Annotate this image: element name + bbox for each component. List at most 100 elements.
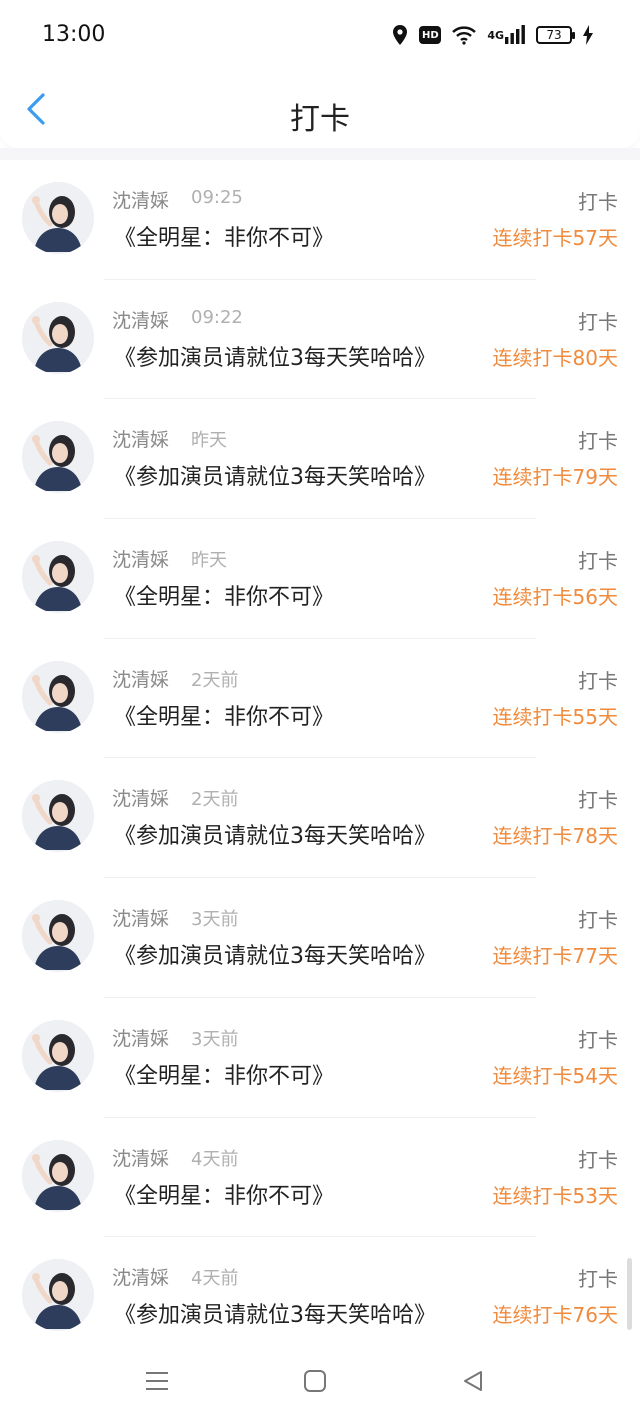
user-avatar-icon	[22, 660, 94, 733]
checkin-show-title: 《参加演员请就位3每天笑哈哈》	[114, 944, 436, 970]
checkin-action-label: 打卡	[578, 908, 618, 933]
checkin-row[interactable]: 沈清婇 2天前 《全明星：非你不可》 打卡 连续打卡55天	[0, 639, 640, 759]
checkin-time: 09:22	[191, 306, 243, 328]
signal-icon: 4G	[487, 25, 526, 45]
checkin-row[interactable]: 沈清婇 09:25 《全明星：非你不可》 打卡 连续打卡57天	[0, 160, 640, 280]
user-avatar-icon	[22, 421, 94, 494]
checkin-user-name: 沈清婇	[112, 429, 170, 452]
checkin-streak: 连续打卡79天	[492, 465, 618, 490]
checkin-action-label: 打卡	[578, 309, 618, 334]
location-icon	[391, 24, 409, 46]
checkin-user-name: 沈清婇	[112, 1147, 170, 1170]
checkin-user-name: 沈清婇	[112, 190, 170, 212]
checkin-show-title: 《全明星：非你不可》	[114, 1183, 335, 1209]
checkin-user-name: 沈清婇	[112, 549, 170, 572]
checkin-time: 3天前	[191, 1028, 239, 1050]
avatar[interactable]	[22, 182, 94, 254]
checkin-action-label: 打卡	[578, 1027, 618, 1052]
checkin-user-name: 沈清婇	[112, 309, 170, 332]
back-triangle-icon	[461, 1369, 485, 1397]
checkin-streak: 连续打卡56天	[492, 585, 618, 610]
avatar[interactable]	[22, 541, 94, 614]
checkin-show-title: 《全明星：非你不可》	[114, 585, 335, 611]
checkin-streak: 连续打卡76天	[492, 1303, 618, 1328]
checkin-show-title: 《全明星：非你不可》	[114, 704, 335, 730]
checkin-action-label: 打卡	[578, 1147, 618, 1172]
checkin-time: 4天前	[191, 1148, 239, 1170]
checkin-time: 4天前	[191, 1268, 239, 1290]
hd-icon: HD	[419, 26, 442, 44]
checkin-action-label: 打卡	[578, 1267, 618, 1292]
checkin-streak: 连续打卡53天	[492, 1183, 618, 1208]
avatar[interactable]	[22, 1259, 94, 1332]
battery-icon: 73	[536, 26, 575, 44]
checkin-show-title: 《参加演员请就位3每天笑哈哈》	[114, 465, 436, 491]
checkin-action-label: 打卡	[578, 549, 618, 574]
checkin-row[interactable]: 沈清婇 4天前 《参加演员请就位3每天笑哈哈》 打卡 连续打卡76天	[0, 1237, 640, 1357]
checkin-time: 昨天	[191, 550, 227, 572]
checkin-user-name: 沈清婇	[112, 908, 170, 931]
checkin-show-title: 《参加演员请就位3每天笑哈哈》	[114, 1303, 436, 1329]
avatar[interactable]	[22, 1019, 94, 1092]
checkin-streak: 连续打卡54天	[492, 1063, 618, 1088]
checkin-time: 昨天	[191, 430, 227, 452]
user-avatar-icon	[22, 900, 94, 973]
header-separator	[0, 148, 640, 160]
checkin-user-name: 沈清婇	[112, 1027, 170, 1050]
checkin-streak: 连续打卡78天	[492, 824, 618, 849]
checkin-row[interactable]: 沈清婇 4天前 《全明星：非你不可》 打卡 连续打卡53天	[0, 1118, 640, 1238]
menu-icon	[145, 1370, 169, 1396]
home-square-icon	[303, 1369, 327, 1397]
checkin-time: 09:25	[191, 187, 243, 208]
checkin-show-title: 《全明星：非你不可》	[114, 226, 335, 251]
avatar[interactable]	[22, 900, 94, 973]
checkin-user-name: 沈清婇	[112, 668, 170, 691]
avatar[interactable]	[22, 660, 94, 733]
checkin-streak: 连续打卡55天	[492, 704, 618, 729]
user-avatar-icon	[22, 1259, 94, 1332]
avatar[interactable]	[22, 301, 94, 374]
user-avatar-icon	[22, 182, 94, 254]
checkin-streak: 连续打卡80天	[492, 345, 618, 370]
user-avatar-icon	[22, 1019, 94, 1092]
page-title: 打卡	[290, 102, 350, 137]
checkin-row[interactable]: 沈清婇 昨天 《全明星：非你不可》 打卡 连续打卡56天	[0, 519, 640, 639]
checkin-row[interactable]: 沈清婇 3天前 《全明星：非你不可》 打卡 连续打卡54天	[0, 998, 640, 1118]
checkin-row[interactable]: 沈清婇 2天前 《参加演员请就位3每天笑哈哈》 打卡 连续打卡78天	[0, 758, 640, 879]
checkin-action-label: 打卡	[578, 190, 618, 214]
user-avatar-icon	[22, 1139, 94, 1212]
status-icons: HD 4G 73	[391, 24, 594, 46]
system-back-button[interactable]	[458, 1370, 488, 1396]
checkin-action-label: 打卡	[578, 668, 618, 693]
status-time: 13:00	[42, 22, 106, 47]
user-avatar-icon	[22, 780, 94, 853]
checkin-time: 2天前	[191, 789, 239, 811]
scrollbar-thumb[interactable]	[627, 1258, 632, 1330]
user-avatar-icon	[22, 301, 94, 374]
checkin-action-label: 打卡	[578, 429, 618, 454]
checkin-show-title: 《全明星：非你不可》	[114, 1063, 335, 1089]
checkin-row[interactable]: 沈清婇 3天前 《参加演员请就位3每天笑哈哈》 打卡 连续打卡77天	[0, 878, 640, 998]
checkin-time: 2天前	[191, 669, 239, 691]
checkin-list: 沈清婇 09:25 《全明星：非你不可》 打卡 连续打卡57天 沈清婇 09:2…	[0, 160, 640, 1357]
checkin-action-label: 打卡	[578, 788, 618, 813]
network-type-label: 4G	[487, 28, 504, 42]
checkin-show-title: 《参加演员请就位3每天笑哈哈》	[114, 345, 436, 371]
home-button[interactable]	[300, 1370, 330, 1396]
avatar[interactable]	[22, 421, 94, 494]
user-avatar-icon	[22, 541, 94, 614]
wifi-icon	[451, 25, 477, 45]
system-nav-bar	[0, 1340, 640, 1422]
charging-icon	[582, 25, 594, 45]
checkin-user-name: 沈清婇	[112, 1267, 170, 1290]
checkin-user-name: 沈清婇	[112, 788, 170, 811]
recent-apps-button[interactable]	[142, 1370, 172, 1396]
page-header: 打卡	[0, 74, 640, 148]
avatar[interactable]	[22, 1139, 94, 1212]
avatar[interactable]	[22, 780, 94, 853]
checkin-streak: 连续打卡77天	[492, 944, 618, 969]
checkin-row[interactable]: 沈清婇 昨天 《参加演员请就位3每天笑哈哈》 打卡 连续打卡79天	[0, 399, 640, 520]
checkin-row[interactable]: 沈清婇 09:22 《参加演员请就位3每天笑哈哈》 打卡 连续打卡80天	[0, 280, 640, 400]
checkin-streak: 连续打卡57天	[492, 226, 618, 250]
checkin-time: 3天前	[191, 909, 239, 931]
